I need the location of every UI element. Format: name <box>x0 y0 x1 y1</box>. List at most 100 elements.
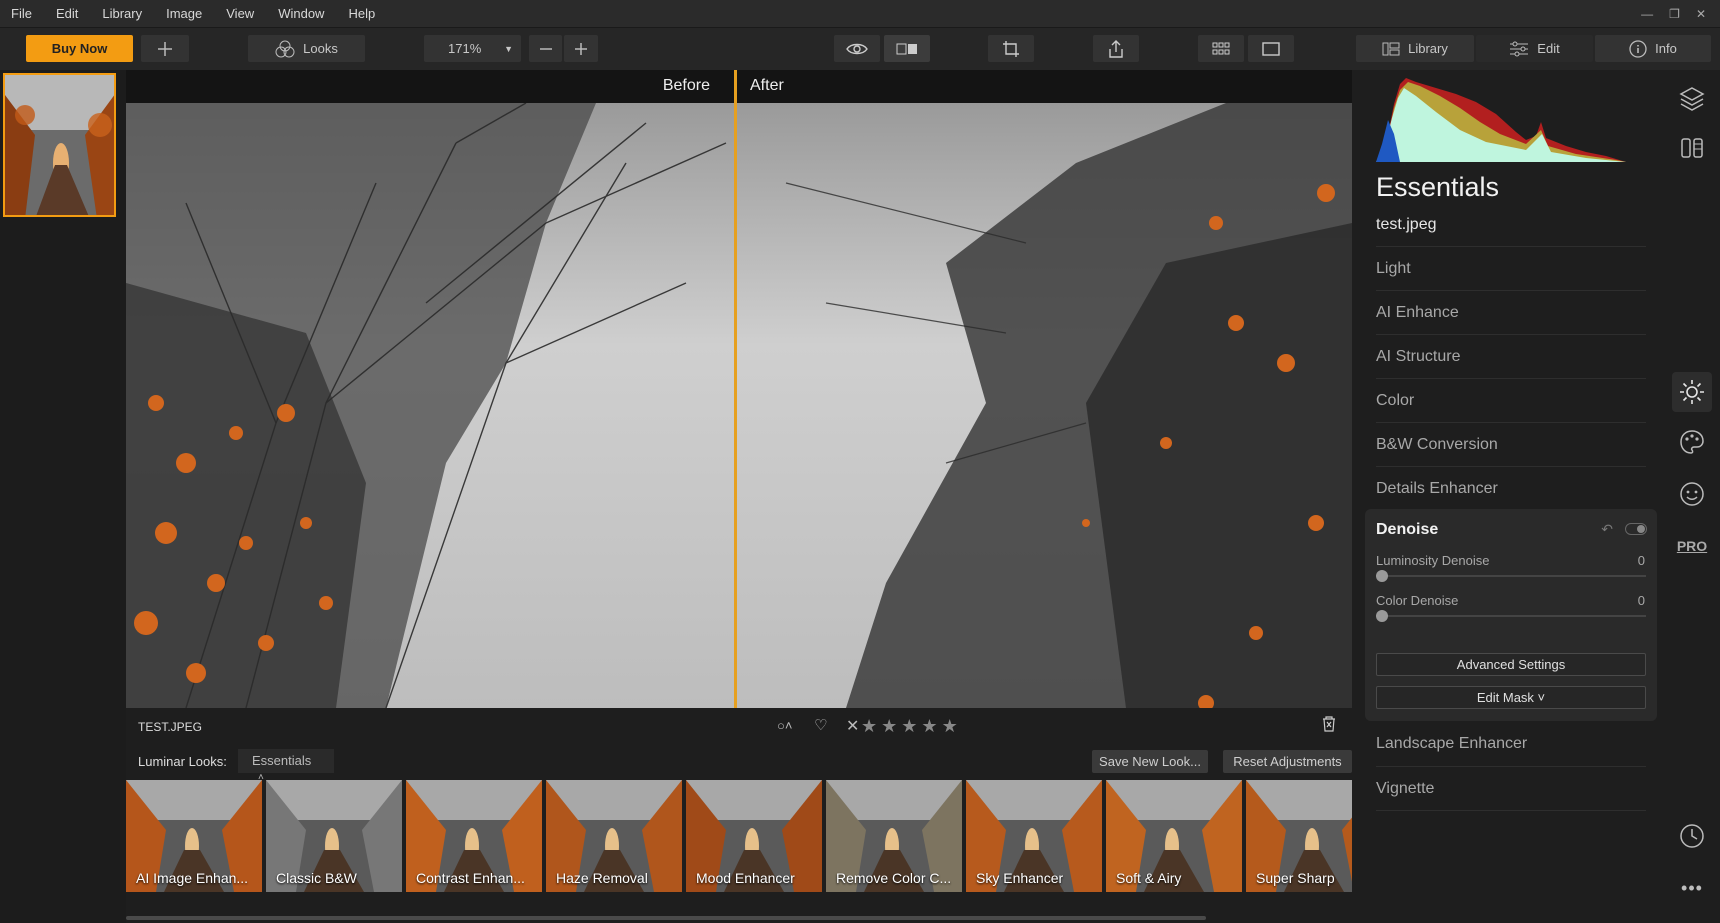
edit-mask-button[interactable]: Edit Mask ˅ <box>1376 686 1646 709</box>
look-thumbnail[interactable]: Remove Color C... <box>826 780 962 892</box>
look-thumbnail-label: AI Image Enhan... <box>136 870 249 886</box>
look-thumbnail[interactable]: AI Image Enhan... <box>126 780 262 892</box>
thumbnail-image <box>5 75 114 215</box>
sun-icon <box>1680 380 1704 404</box>
layers-button[interactable] <box>1672 78 1712 118</box>
look-thumbnail[interactable]: Contrast Enhan... <box>406 780 542 892</box>
restore-icon[interactable]: ❐ <box>1669 7 1680 21</box>
buy-now-button[interactable]: Buy Now <box>26 35 133 62</box>
color-denoise-value[interactable]: 0 <box>1638 593 1645 608</box>
color-denoise-knob[interactable] <box>1376 610 1388 622</box>
tool-ai-enhance[interactable]: AI Enhance <box>1376 290 1646 334</box>
tool-details-enhancer[interactable]: Details Enhancer <box>1376 466 1646 510</box>
menu-bar: File Edit Library Image View Window Help… <box>0 0 1720 28</box>
before-after-divider[interactable] <box>734 70 737 708</box>
star-icon[interactable]: ★ <box>921 716 937 737</box>
library-tab[interactable]: Library <box>1356 35 1474 62</box>
zoom-out-button[interactable] <box>529 35 562 62</box>
look-thumbnail-label: Contrast Enhan... <box>416 870 525 886</box>
single-view-button[interactable] <box>1248 35 1294 62</box>
after-label: After <box>750 77 784 94</box>
look-thumbnail[interactable]: Haze Removal <box>546 780 682 892</box>
image-canvas[interactable]: Before After <box>126 70 1352 708</box>
eye-icon <box>846 43 868 54</box>
tool-ai-structure[interactable]: AI Structure <box>1376 334 1646 378</box>
denoise-title[interactable]: Denoise <box>1376 521 1438 539</box>
look-thumbnail[interactable]: Classic B&W <box>266 780 402 892</box>
history-button[interactable] <box>1672 816 1712 856</box>
tool-vignette[interactable]: Vignette <box>1376 766 1646 810</box>
looks-button-label: Looks <box>303 41 338 56</box>
tool-bw-conversion[interactable]: B&W Conversion <box>1376 422 1646 466</box>
minimize-icon[interactable]: — <box>1641 7 1653 21</box>
tool-color[interactable]: Color <box>1376 378 1646 422</box>
before-after-toggle-button[interactable] <box>884 35 930 62</box>
canvas-tools-button[interactable] <box>1672 128 1712 168</box>
add-image-button[interactable] <box>141 35 189 62</box>
star-rating[interactable]: ★ ★ ★ ★ ★ <box>861 716 958 737</box>
visibility-toggle[interactable] <box>1625 523 1647 535</box>
essentials-button[interactable] <box>1672 372 1712 412</box>
reset-adjustments-button[interactable]: Reset Adjustments <box>1223 750 1352 773</box>
looks-icon <box>275 40 295 57</box>
luminosity-denoise-slider[interactable] <box>1376 575 1646 577</box>
creative-button[interactable] <box>1672 422 1712 462</box>
filmstrip <box>0 70 126 923</box>
trash-icon[interactable] <box>1322 716 1336 735</box>
menu-view[interactable]: View <box>214 0 266 28</box>
menu-help[interactable]: Help <box>336 0 387 28</box>
save-new-look-button[interactable]: Save New Look... <box>1092 750 1208 773</box>
undo-icon[interactable]: ↶ <box>1601 521 1613 538</box>
color-label-icon[interactable]: ○˄ <box>777 718 792 733</box>
grid-view-button[interactable] <box>1198 35 1244 62</box>
portrait-button[interactable] <box>1672 474 1712 514</box>
close-icon[interactable]: ✕ <box>1696 7 1706 21</box>
star-icon[interactable]: ★ <box>901 716 917 737</box>
preview-toggle-button[interactable] <box>834 35 880 62</box>
image-info-bar: TEST.JPEG ○˄ ♡ ✕ ★ ★ ★ ★ ★ <box>126 708 1352 746</box>
horizontal-scrollbar[interactable] <box>126 916 1206 920</box>
color-denoise-label: Color Denoise <box>1376 593 1459 608</box>
heart-icon[interactable]: ♡ <box>814 716 827 734</box>
library-tab-label: Library <box>1408 41 1448 56</box>
eye-icon <box>1637 525 1645 533</box>
tool-light[interactable]: Light <box>1376 246 1646 290</box>
tool-landscape-enhancer[interactable]: Landscape Enhancer <box>1376 722 1646 766</box>
menu-image[interactable]: Image <box>154 0 214 28</box>
reject-icon[interactable]: ✕ <box>846 716 859 736</box>
color-denoise-slider[interactable] <box>1376 615 1646 617</box>
luminosity-denoise-knob[interactable] <box>1376 570 1388 582</box>
pro-button[interactable]: PRO <box>1672 526 1712 566</box>
grid-icon <box>1212 42 1230 54</box>
menu-file[interactable]: File <box>0 0 44 28</box>
menu-library[interactable]: Library <box>90 0 154 28</box>
palette-icon <box>1680 430 1704 454</box>
star-icon[interactable]: ★ <box>942 716 958 737</box>
advanced-settings-button[interactable]: Advanced Settings <box>1376 653 1646 676</box>
info-tab[interactable]: Info <box>1595 35 1711 62</box>
luminosity-denoise-value[interactable]: 0 <box>1638 553 1645 568</box>
looks-category-value: Essentials <box>252 753 312 768</box>
luminosity-denoise-label: Luminosity Denoise <box>1376 553 1490 568</box>
menu-window[interactable]: Window <box>266 0 336 28</box>
zoom-select[interactable]: 171% ▼ <box>424 35 521 62</box>
crop-icon <box>1003 40 1019 57</box>
look-thumbnail[interactable]: Sky Enhancer <box>966 780 1102 892</box>
looks-thumbnails: AI Image Enhan... Classic B&W Contrast Enh… <box>126 780 1382 892</box>
zoom-in-button[interactable] <box>564 35 598 62</box>
before-label: Before <box>662 77 710 94</box>
share-button[interactable] <box>1093 35 1139 62</box>
edit-tab[interactable]: Edit <box>1476 35 1593 62</box>
look-thumbnail[interactable]: Soft & Airy <box>1106 780 1242 892</box>
clock-icon <box>1680 824 1704 848</box>
looks-button[interactable]: Looks <box>248 35 365 62</box>
star-icon[interactable]: ★ <box>861 716 877 737</box>
more-icon[interactable]: ••• <box>1672 868 1712 908</box>
menu-edit[interactable]: Edit <box>44 0 90 28</box>
looks-category-select[interactable]: Essentials ˄ <box>238 749 334 783</box>
crop-button[interactable] <box>988 35 1034 62</box>
look-thumbnail[interactable]: Mood Enhancer <box>686 780 822 892</box>
toolbar: Buy Now Looks 171% ▼ Library Edit Info <box>0 28 1720 70</box>
filmstrip-thumbnail[interactable] <box>3 73 116 217</box>
star-icon[interactable]: ★ <box>881 716 897 737</box>
